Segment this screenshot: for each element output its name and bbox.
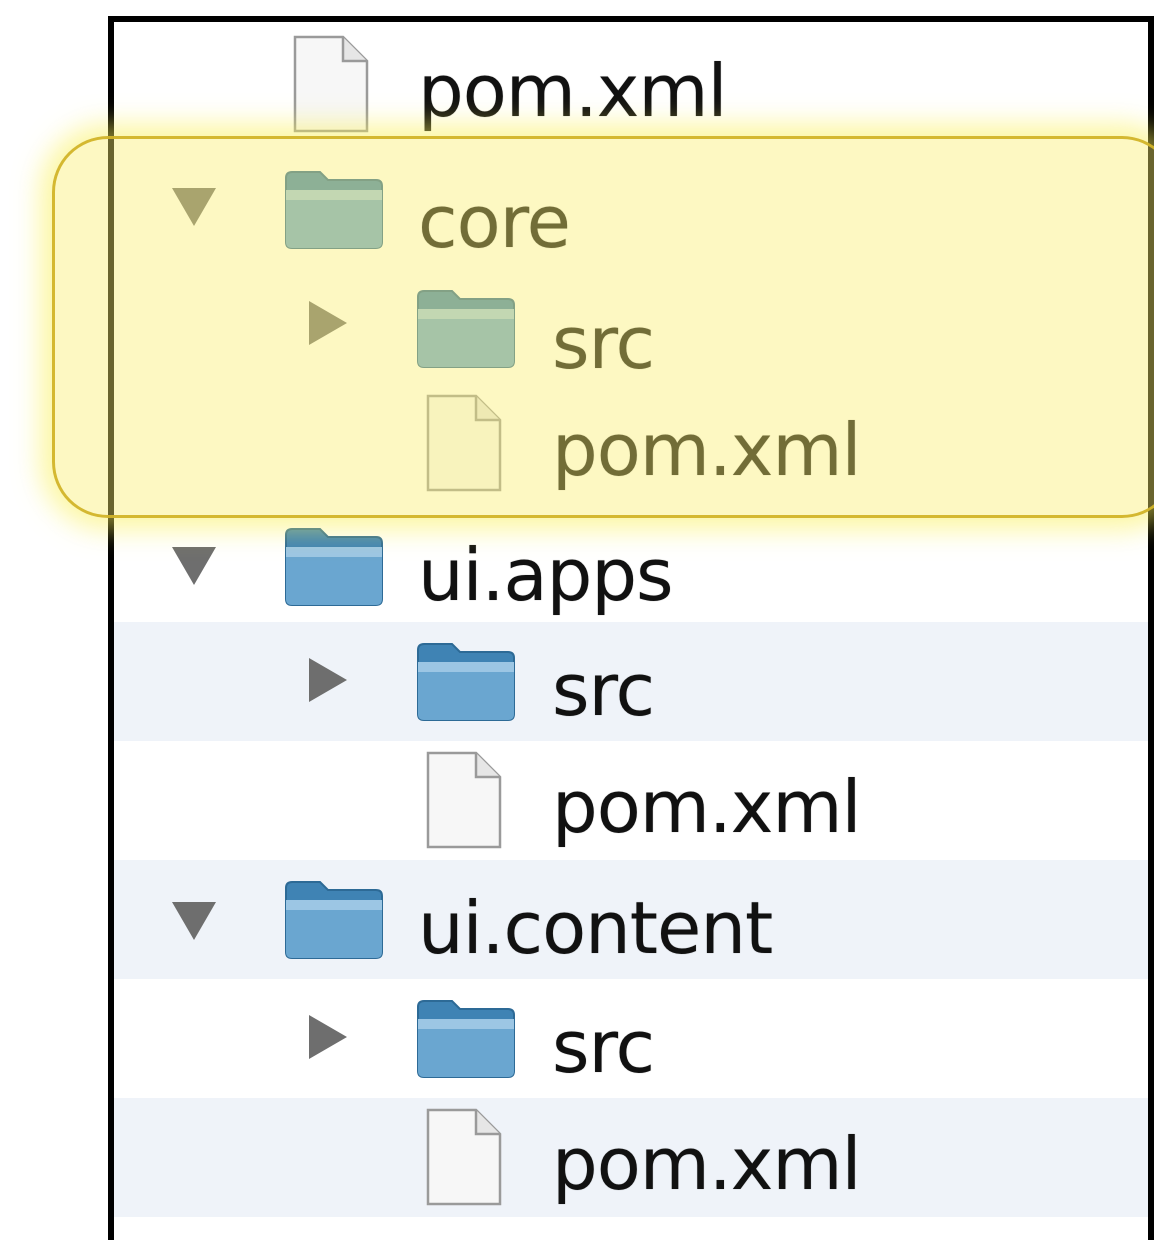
tree-row-ui-apps-pom[interactable]: pom.xml <box>114 741 1148 860</box>
disclosure-triangle-expanded-icon[interactable] <box>172 547 216 585</box>
disclosure-triangle-expanded-icon[interactable] <box>172 188 216 226</box>
tree-item-label: ui.apps <box>418 533 674 617</box>
disclosure-triangle-collapsed-icon[interactable] <box>309 658 347 702</box>
tree-item-label: src <box>552 1005 655 1089</box>
file-icon <box>293 35 369 133</box>
tree-item-label: pom.xml <box>552 1122 862 1206</box>
folder-icon <box>414 283 518 371</box>
tree-item-label: core <box>418 180 571 264</box>
tree-row-pom-root[interactable]: pom.xml <box>114 27 1148 146</box>
project-file-tree: pom.xml core src pom.xml ui.apps src pom… <box>108 16 1154 1240</box>
file-icon <box>426 751 502 849</box>
tree-row-ui-content[interactable]: ui.content <box>114 860 1148 979</box>
tree-item-label: src <box>552 648 655 732</box>
tree-row-ui-apps-src[interactable]: src <box>114 622 1148 741</box>
disclosure-triangle-expanded-icon[interactable] <box>172 902 216 940</box>
screenshot-stage: pom.xml core src pom.xml ui.apps src pom… <box>0 0 1154 1240</box>
tree-row-ui-content-src[interactable]: src <box>114 979 1148 1098</box>
disclosure-triangle-collapsed-icon[interactable] <box>309 1015 347 1059</box>
folder-icon <box>414 993 518 1081</box>
tree-item-label: pom.xml <box>552 408 862 492</box>
tree-row-core-src[interactable]: src <box>114 265 1148 385</box>
tree-row-ui-content-pom[interactable]: pom.xml <box>114 1098 1148 1217</box>
tree-item-label: pom.xml <box>418 49 728 133</box>
tree-item-label: ui.content <box>418 886 773 970</box>
tree-row-core[interactable]: core <box>114 146 1148 265</box>
folder-icon <box>282 874 386 962</box>
tree-item-label: src <box>552 301 655 385</box>
folder-icon <box>282 521 386 609</box>
disclosure-triangle-collapsed-icon[interactable] <box>309 301 347 345</box>
tree-row-core-pom[interactable]: pom.xml <box>114 384 1148 503</box>
tree-row-ui-apps[interactable]: ui.apps <box>114 503 1148 622</box>
file-icon <box>426 1108 502 1206</box>
file-icon <box>426 394 502 492</box>
folder-icon <box>414 636 518 724</box>
tree-item-label: pom.xml <box>552 765 862 849</box>
folder-icon <box>282 164 386 252</box>
